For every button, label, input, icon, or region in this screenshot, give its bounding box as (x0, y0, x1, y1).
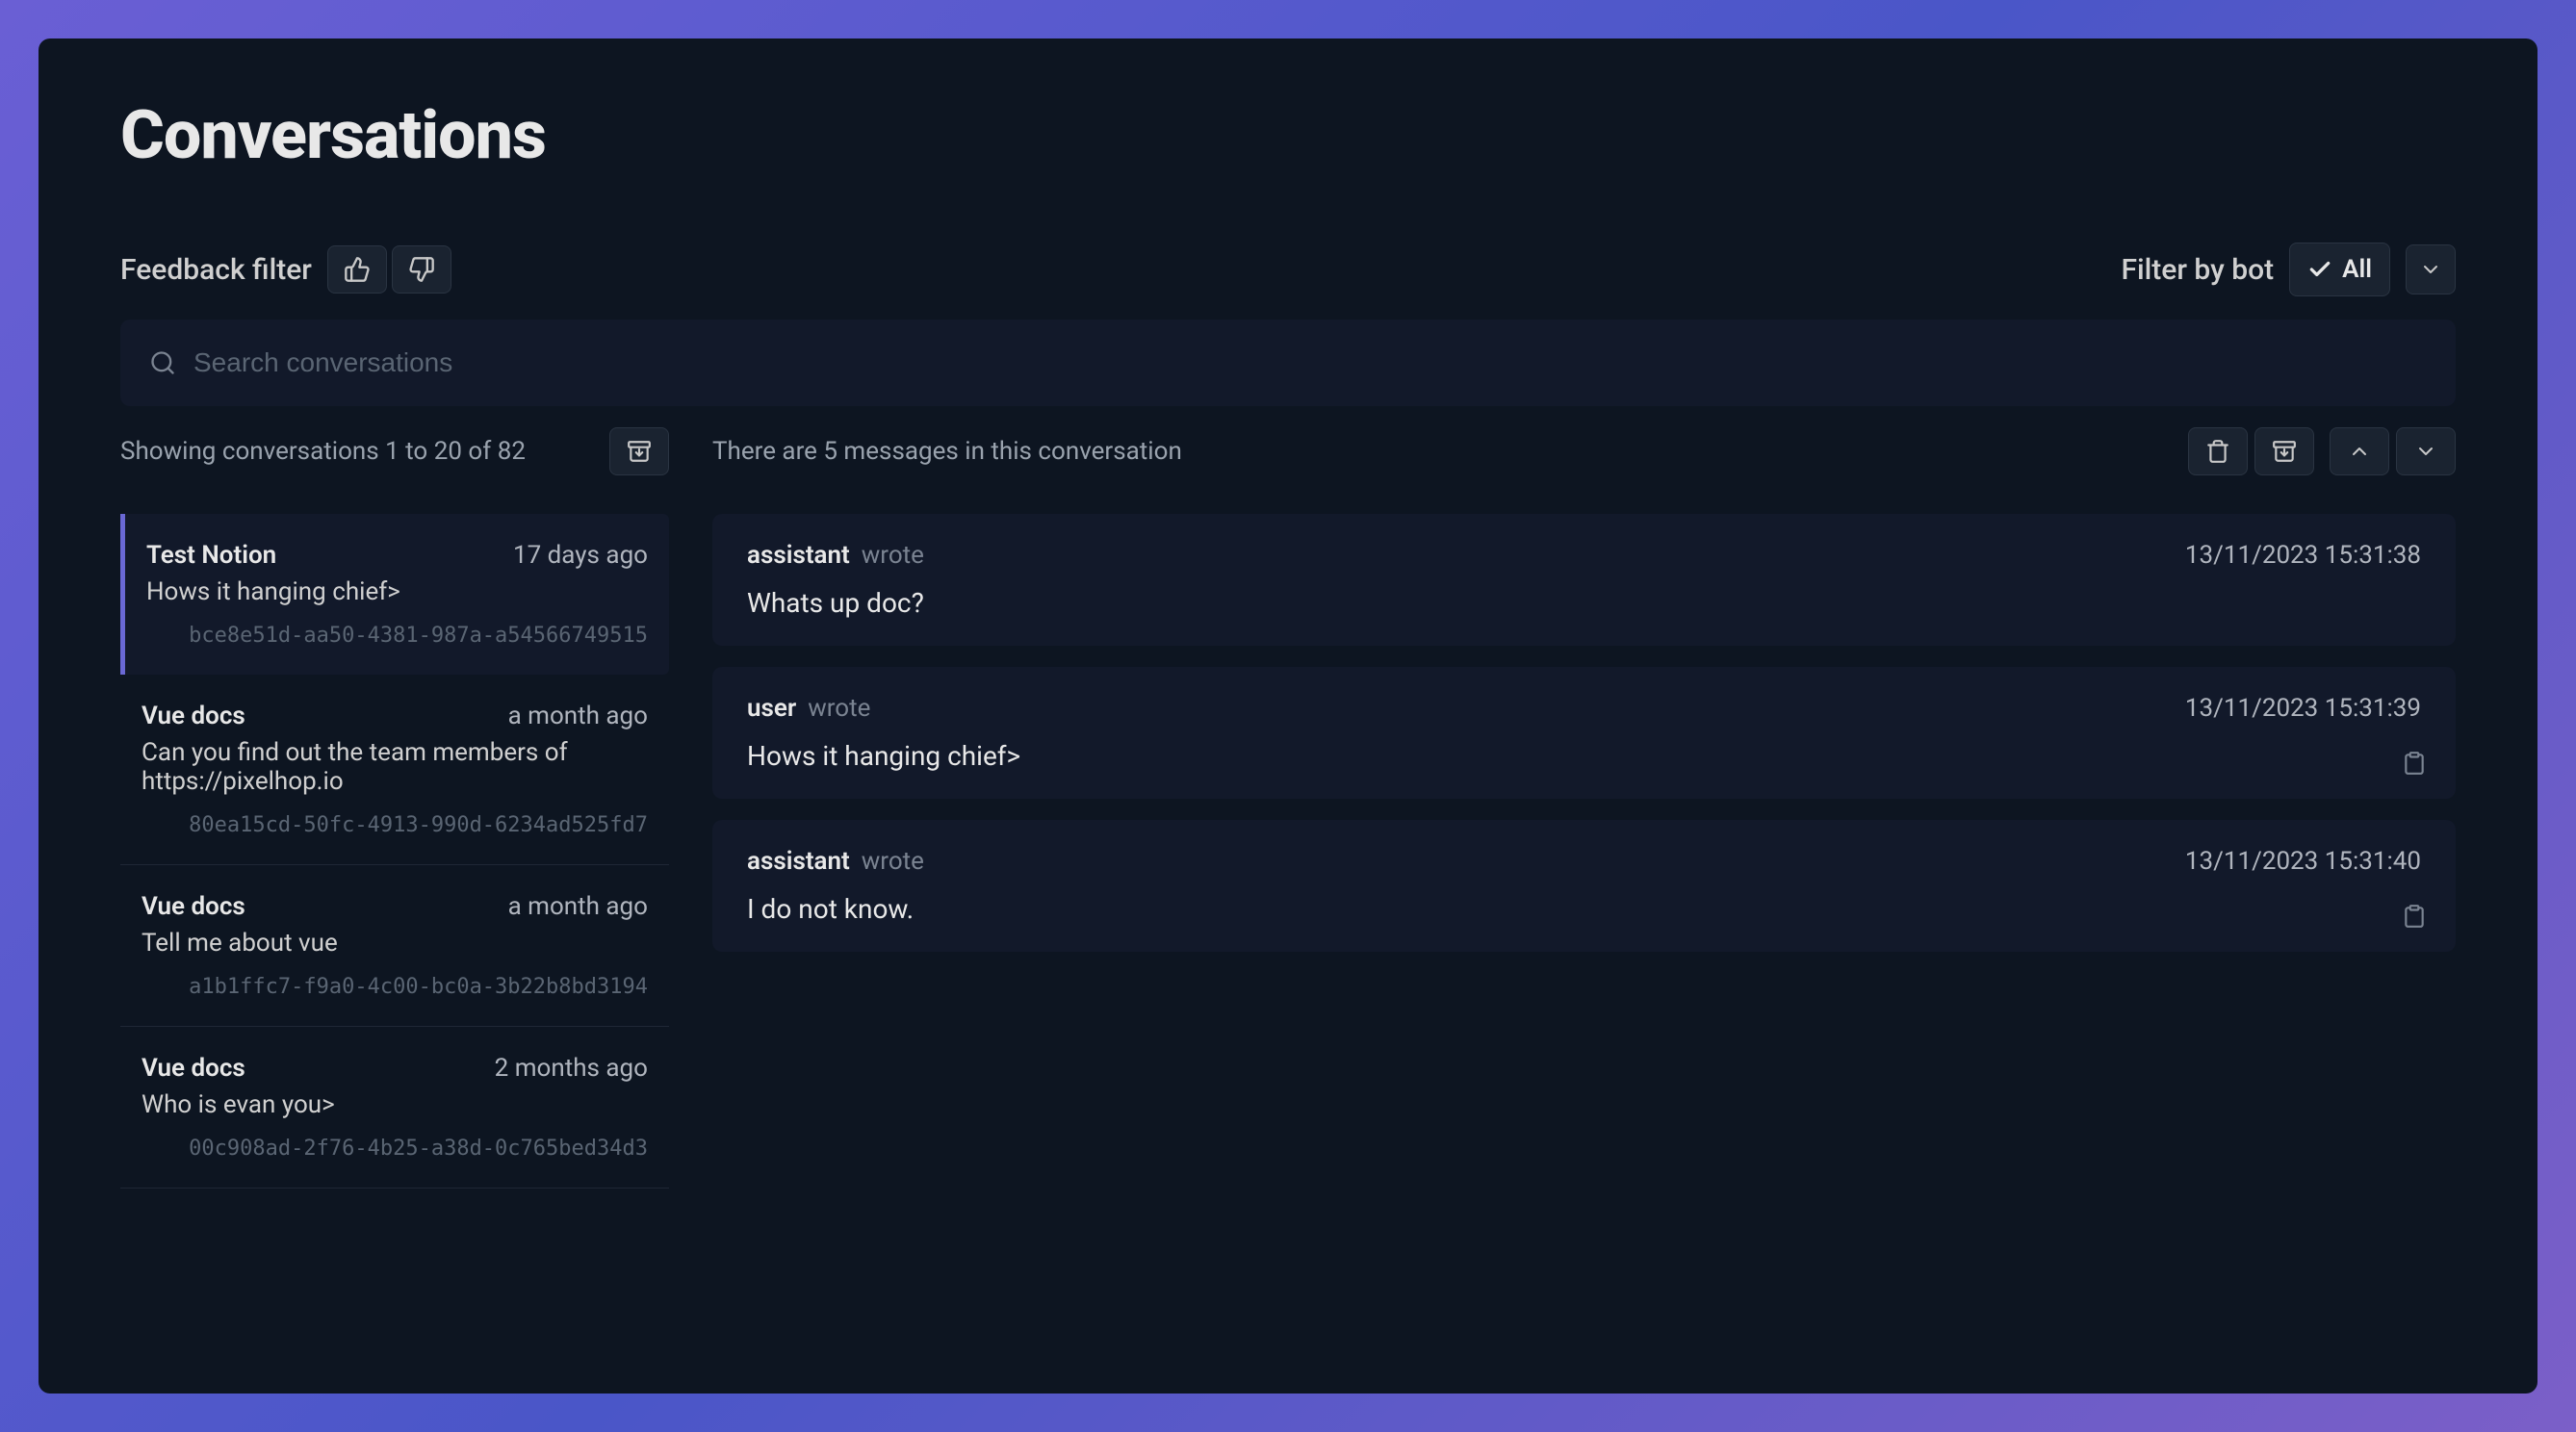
message-header: There are 5 messages in this conversatio… (712, 427, 2456, 475)
conversation-id: 80ea15cd-50fc-4913-990d-6234ad525fd7 (142, 813, 648, 837)
list-summary: Showing conversations 1 to 20 of 82 (120, 437, 526, 466)
export-conversations-button[interactable] (609, 427, 669, 475)
toolbar: Feedback filter Filter by bot All (120, 243, 2456, 296)
conversation-item[interactable]: Vue docs a month ago Can you find out th… (120, 675, 669, 865)
feedback-filter-label: Feedback filter (120, 253, 312, 287)
message-card: assistant wrote 13/11/2023 15:31:40 I do… (712, 820, 2456, 952)
search-wrap (120, 320, 2456, 406)
conversation-preview: Can you find out the team members of htt… (142, 738, 648, 796)
archive-icon (2272, 439, 2297, 464)
message-card: user wrote 13/11/2023 15:31:39 Hows it h… (712, 667, 2456, 799)
clipboard-icon (2402, 751, 2427, 776)
message-role: user (747, 694, 796, 723)
copy-message-button[interactable] (2402, 751, 2427, 776)
chevron-up-icon (2348, 440, 2371, 463)
bot-filter-value: All (2342, 255, 2372, 284)
export-conversation-button[interactable] (2254, 427, 2314, 475)
message-card: assistant wrote 13/11/2023 15:31:38 What… (712, 514, 2456, 646)
toolbar-left: Feedback filter (120, 245, 451, 294)
thumbs-up-icon (344, 256, 371, 283)
thumbs-down-icon (408, 256, 435, 283)
search-input[interactable] (193, 347, 2427, 378)
app-container: Conversations Feedback filter Filter by … (39, 38, 2537, 1394)
conversation-time: a month ago (508, 892, 648, 921)
conversation-id: 00c908ad-2f76-4b25-a38d-0c765bed34d3 (142, 1137, 648, 1161)
message-wrote-label: wrote (808, 694, 870, 723)
conversation-time: a month ago (508, 702, 648, 730)
filter-by-bot-label: Filter by bot (2121, 253, 2274, 287)
message-role: assistant (747, 541, 850, 570)
conversation-preview: Tell me about vue (142, 929, 648, 958)
message-timestamp: 13/11/2023 15:31:39 (2185, 694, 2421, 723)
message-list: assistant wrote 13/11/2023 15:31:38 What… (712, 514, 2456, 952)
chevron-down-icon (2414, 440, 2437, 463)
conversation-list-column: Showing conversations 1 to 20 of 82 Test… (120, 427, 669, 1189)
messages-summary: There are 5 messages in this conversatio… (712, 437, 1182, 466)
conversation-time: 17 days ago (513, 541, 648, 570)
layout: Showing conversations 1 to 20 of 82 Test… (120, 427, 2456, 1189)
message-wrote-label: wrote (862, 847, 924, 876)
message-timestamp: 13/11/2023 15:31:40 (2185, 847, 2421, 876)
conversation-list: Test Notion 17 days ago Hows it hanging … (120, 514, 669, 1189)
conversation-preview: Who is evan you> (142, 1090, 648, 1119)
next-conversation-button[interactable] (2396, 427, 2456, 475)
message-column: There are 5 messages in this conversatio… (712, 427, 2456, 1189)
conversation-item[interactable]: Vue docs a month ago Tell me about vue a… (120, 865, 669, 1027)
conversation-preview: Hows it hanging chief> (146, 577, 648, 606)
bot-filter-dropdown[interactable] (2406, 244, 2456, 294)
conversation-time: 2 months ago (495, 1054, 648, 1083)
message-body: I do not know. (747, 893, 2421, 925)
conversation-id: bce8e51d-aa50-4381-987a-a54566749515 (146, 624, 648, 648)
conversation-id: a1b1ffc7-f9a0-4c00-bc0a-3b22b8bd3194 (142, 975, 648, 999)
chevron-down-icon (2419, 258, 2442, 281)
conversation-bot-name: Vue docs (142, 892, 245, 921)
message-role: assistant (747, 847, 850, 876)
page-title: Conversations (120, 96, 2456, 175)
toolbar-right: Filter by bot All (2121, 243, 2456, 296)
prev-conversation-button[interactable] (2330, 427, 2389, 475)
message-timestamp: 13/11/2023 15:31:38 (2185, 541, 2421, 570)
message-wrote-label: wrote (862, 541, 924, 570)
trash-icon (2205, 439, 2230, 464)
message-body: Hows it hanging chief> (747, 740, 2421, 772)
check-icon (2307, 257, 2332, 282)
conversation-bot-name: Vue docs (142, 702, 245, 730)
list-header: Showing conversations 1 to 20 of 82 (120, 427, 669, 475)
conversation-item[interactable]: Test Notion 17 days ago Hows it hanging … (120, 514, 669, 675)
conversation-item[interactable]: Vue docs 2 months ago Who is evan you> 0… (120, 1027, 669, 1189)
clipboard-icon (2402, 904, 2427, 929)
message-header-actions (2188, 427, 2456, 475)
search-icon (149, 349, 176, 376)
conversation-bot-name: Test Notion (146, 541, 276, 570)
delete-conversation-button[interactable] (2188, 427, 2248, 475)
thumbs-up-button[interactable] (327, 245, 387, 294)
message-body: Whats up doc? (747, 587, 2421, 619)
thumbs-down-button[interactable] (392, 245, 451, 294)
copy-message-button[interactable] (2402, 904, 2427, 929)
conversation-bot-name: Vue docs (142, 1054, 245, 1083)
archive-icon (627, 439, 652, 464)
feedback-filter-group (327, 245, 451, 294)
bot-filter-button[interactable]: All (2289, 243, 2390, 296)
